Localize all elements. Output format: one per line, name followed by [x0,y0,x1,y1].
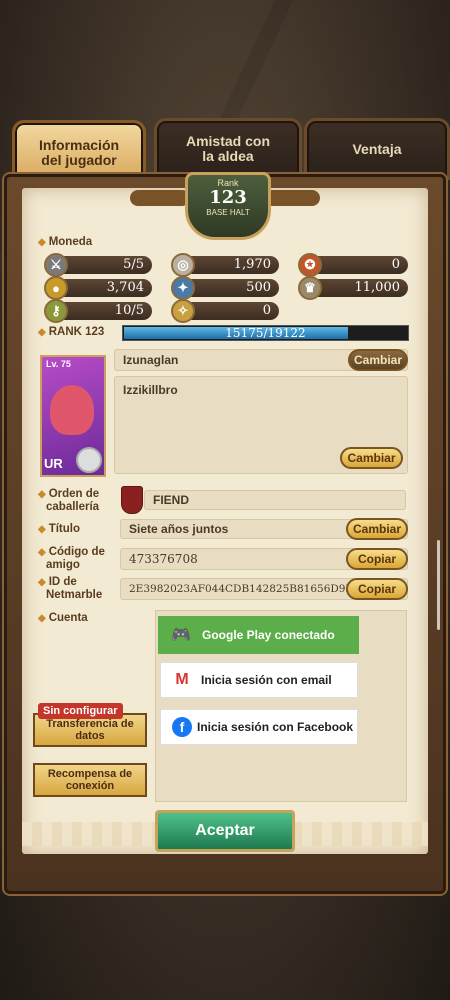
rank-progress-bar: 15175/19122 [122,325,409,341]
change-title-button[interactable]: Cambiar [346,518,408,540]
gamepad-icon: 🎮 [171,627,191,644]
knight-order-label: ◆ Orden de caballería [38,488,100,513]
knight-order-field: FIEND [144,490,406,510]
tab-label: Amistad con [185,133,270,149]
tab-label: del jugador [41,152,117,168]
character-art [50,385,94,435]
scrollbar[interactable] [437,540,440,630]
medal-icon: ✪ [298,253,322,277]
tab-village-friendship[interactable]: Amistad con la aldea [154,118,302,180]
rank-progress-text: 15175/19122 [225,326,306,340]
email-login-button[interactable]: M Inicia sesión con email [160,662,358,698]
silver-coin-icon: ◎ [171,253,195,277]
accept-button[interactable]: Aceptar [155,810,295,852]
crest-sub: BASE HALT [206,208,250,217]
moneda-label: ◆ Moneda [38,236,93,248]
tab-label: Ventaja [352,140,402,157]
netmarble-id-label: ◆ ID de Netmarble [38,576,103,601]
gmail-icon: M [175,671,189,688]
honor-icon: ♛ [298,276,322,300]
ticket-icon: ✧ [171,299,195,323]
account-label: ◆ Cuenta [38,612,88,624]
knight-emblem-icon [121,486,143,514]
facebook-login-button[interactable]: f Inicia sesión con Facebook [160,709,358,745]
tab-label: la aldea [202,148,254,164]
copy-friend-code-button[interactable]: Copiar [346,548,408,570]
copy-netmarble-id-button[interactable]: Copiar [346,578,408,600]
tab-label: Información [38,137,120,153]
crown-icon [76,447,102,473]
crest-rank-value: 123 [209,187,247,208]
title-label: ◆ Título [38,523,80,535]
friend-code-label: ◆ Código de amigo [38,546,105,571]
crystal-icon: ✦ [171,276,195,300]
facebook-icon: f [169,717,195,737]
connection-reward-button[interactable]: Recompensa de conexión [33,763,147,797]
swords-icon: ⚔ [44,253,68,277]
google-play-button[interactable]: 🎮 Google Play conectado [158,616,359,654]
rank-label: ◆ RANK 123 [38,326,105,338]
change-name-button[interactable]: Cambiar [348,349,408,371]
avatar-level: Lv. 75 [46,359,71,369]
key-icon: ⚷ [44,299,68,323]
unconfigured-badge: Sin configurar [38,703,123,719]
rank-crest: Rank 123 BASE HALT [185,172,271,240]
avatar[interactable]: Lv. 75 UR [40,355,106,477]
tab-advantage[interactable]: Ventaja [304,118,450,180]
rarity-badge: UR [44,456,63,471]
change-bio-button[interactable]: Cambiar [340,447,403,469]
crest-wing-left [130,190,190,206]
gold-coin-icon: ● [44,276,68,300]
